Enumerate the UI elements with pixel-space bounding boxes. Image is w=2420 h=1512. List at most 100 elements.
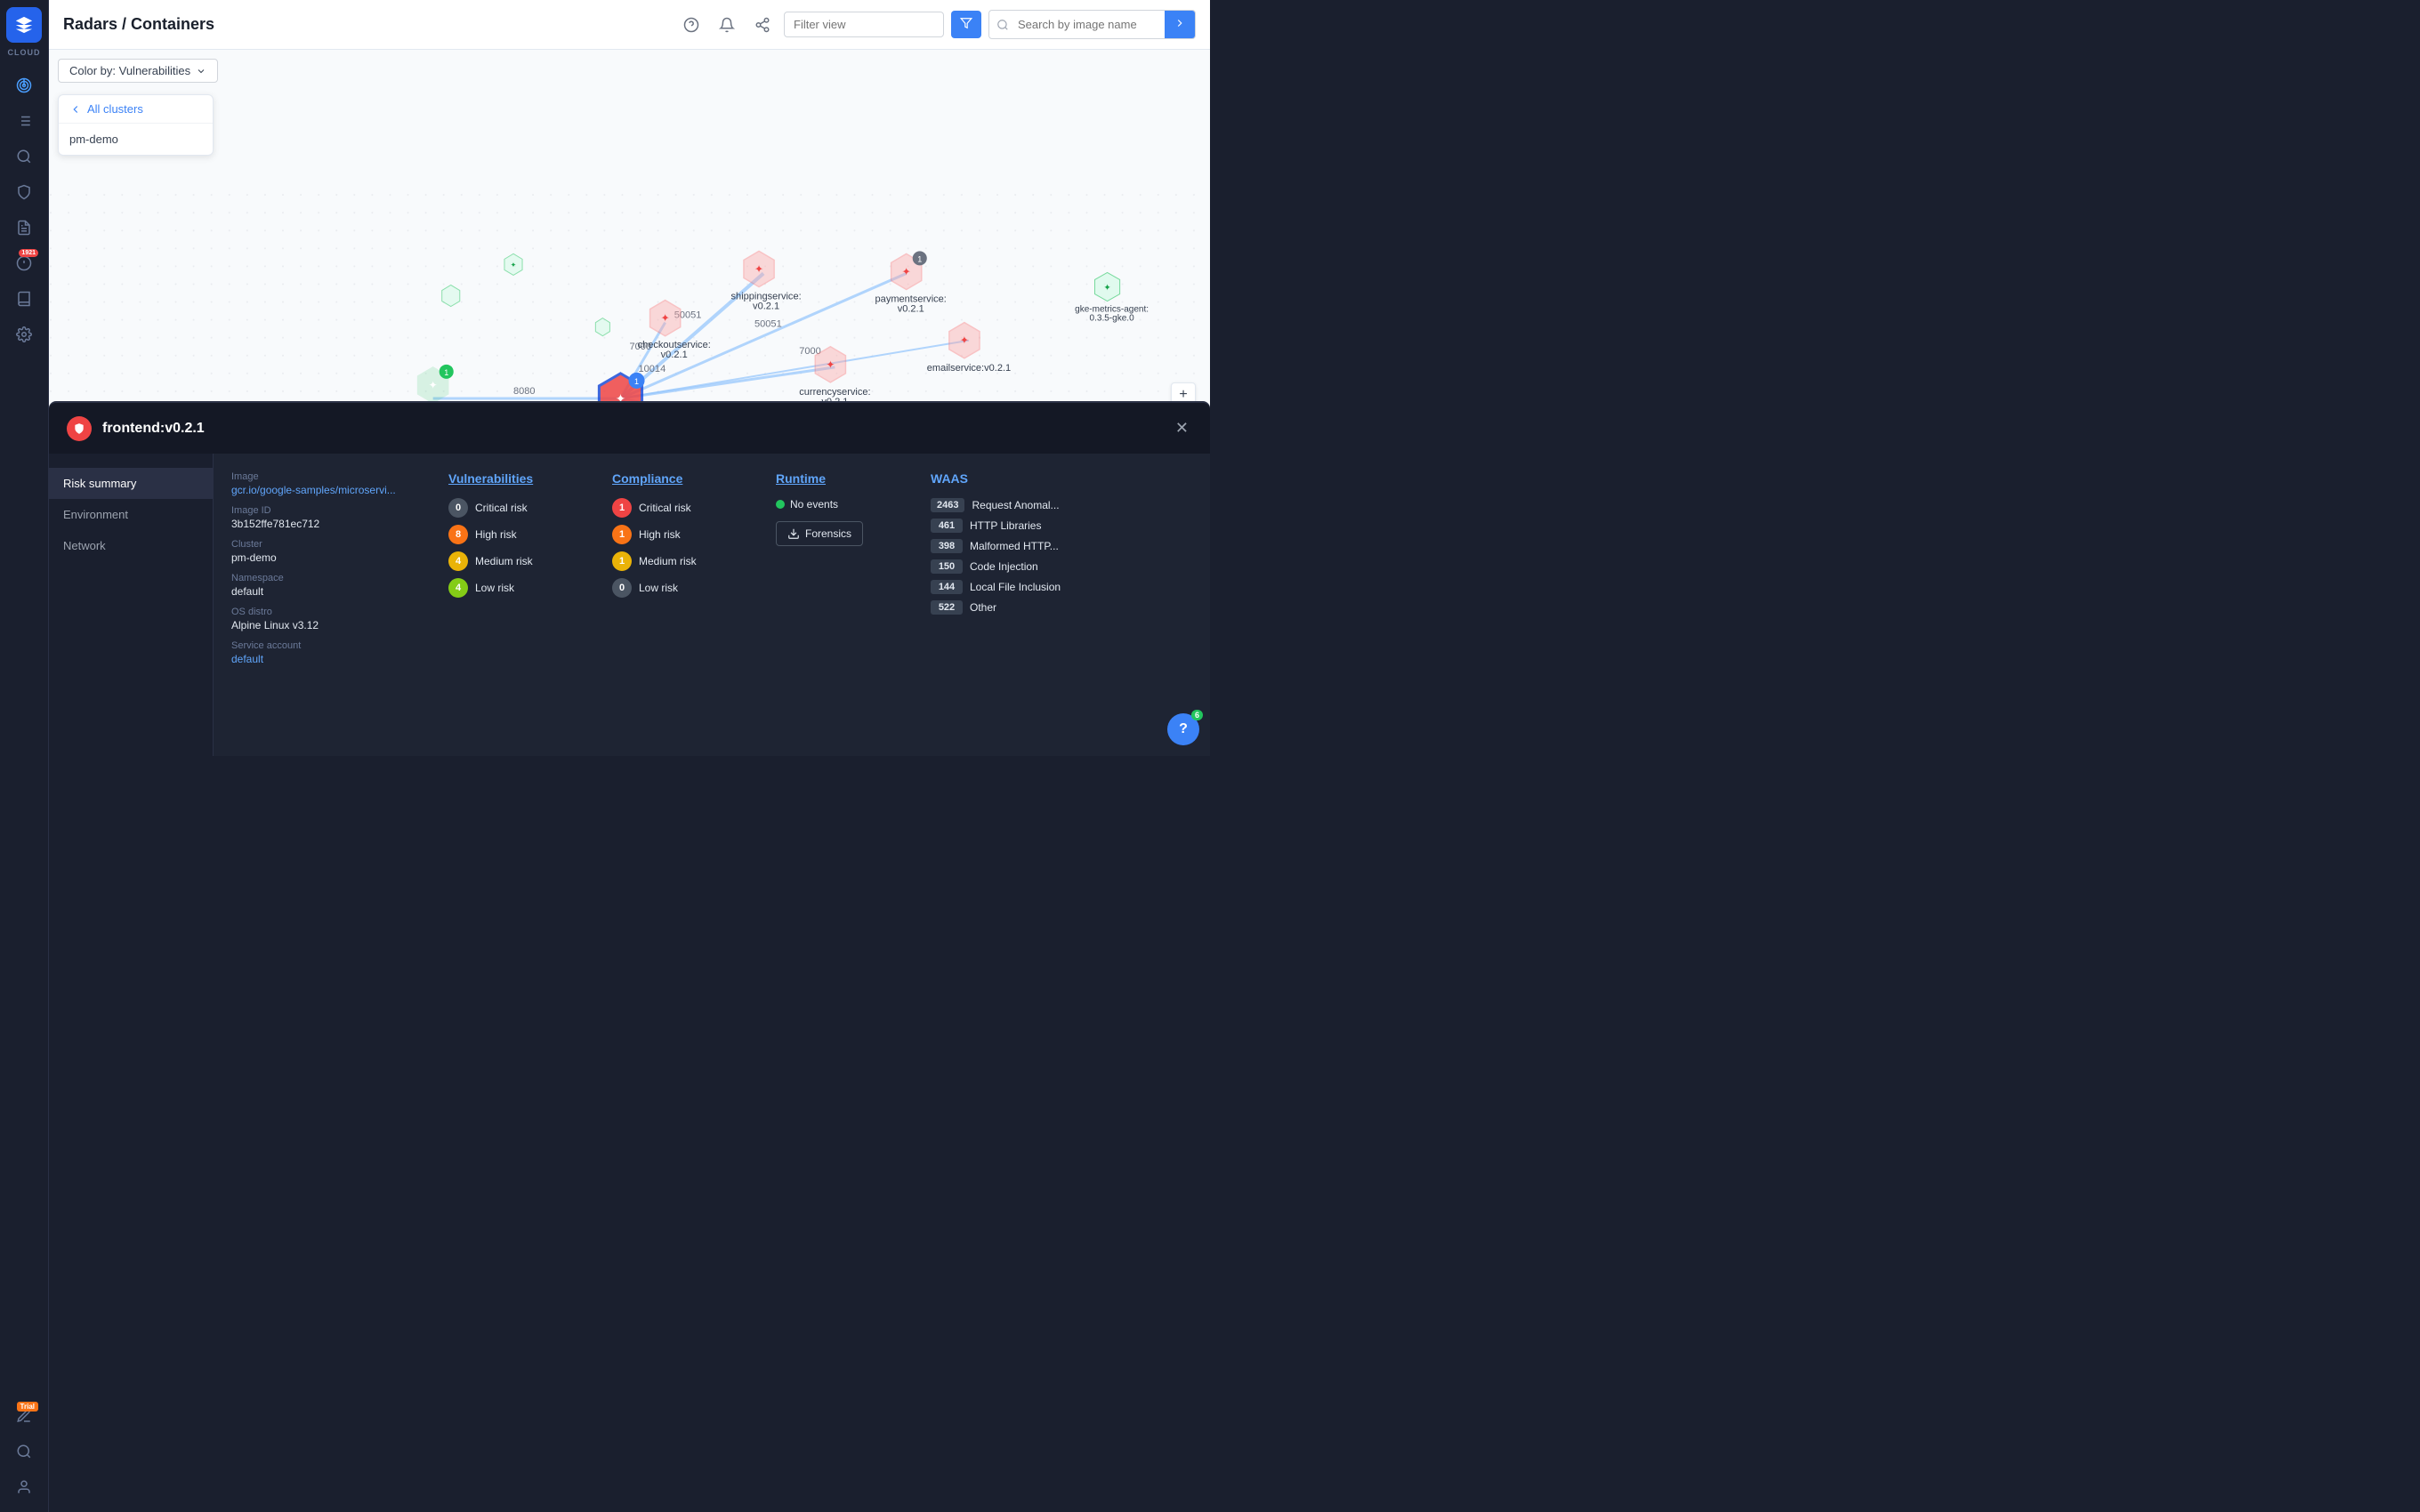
waas-label-5: Other [970, 601, 996, 614]
app-logo[interactable] [6, 7, 42, 43]
sidebar-item-user[interactable] [8, 1471, 40, 1503]
topbar: Radars / Containers [49, 0, 1210, 50]
runtime-no-events-label: No events [790, 498, 838, 511]
waas-badge-4: 144 [931, 580, 963, 594]
vulnerabilities-title[interactable]: Vulnerabilities [448, 471, 591, 486]
vuln-critical-label: Critical risk [475, 502, 528, 514]
waas-label-2: Malformed HTTP... [970, 540, 1059, 552]
svg-text:✦: ✦ [511, 261, 517, 269]
sidebar-item-settings[interactable] [8, 318, 40, 350]
app-label: CLOUD [8, 48, 41, 57]
node-misc-5[interactable] [595, 318, 609, 336]
svg-text:1: 1 [444, 368, 448, 377]
cluster-back-label: All clusters [87, 102, 143, 116]
vuln-low-row: 4 Low risk [448, 578, 591, 598]
comp-critical-badge: 1 [612, 498, 632, 518]
image-id-value: 3b152ffe781ec712 [231, 518, 427, 530]
comp-low-row: 0 Low risk [612, 578, 754, 598]
cluster-back-button[interactable]: All clusters [59, 95, 213, 124]
vuln-low-badge: 4 [448, 578, 468, 598]
alerts-badge: 1921 [19, 249, 38, 257]
comp-medium-row: 1 Medium risk [612, 551, 754, 571]
trial-badge: Trial [17, 1402, 38, 1411]
sidebar-item-alerts[interactable]: 1921 [8, 247, 40, 279]
waas-badge-1: 461 [931, 519, 963, 533]
namespace-label: Namespace [231, 573, 427, 583]
sidebar-item-radar[interactable] [8, 69, 40, 101]
comp-medium-label: Medium risk [639, 555, 697, 567]
vuln-medium-label: Medium risk [475, 555, 533, 567]
filter-button[interactable] [951, 11, 981, 38]
svg-text:✦: ✦ [754, 262, 763, 275]
search-input[interactable] [1009, 12, 1165, 36]
topbar-actions [677, 10, 1196, 39]
page-title: Radars / Containers [63, 15, 666, 34]
waas-title[interactable]: WAAS [931, 471, 1109, 486]
detail-content: Image gcr.io/google-samples/microservi..… [214, 454, 1210, 756]
image-id-label: Image ID [231, 505, 427, 516]
svg-text:v0.2.1: v0.2.1 [753, 302, 779, 312]
comp-high-label: High risk [639, 528, 681, 541]
help-button[interactable]: ? 6 [1167, 713, 1199, 745]
sidebar-item-reports[interactable] [8, 212, 40, 244]
sidebar-item-search[interactable] [8, 141, 40, 173]
compliance-title[interactable]: Compliance [612, 471, 754, 486]
detail-nav-network[interactable]: Network [49, 530, 213, 561]
detail-nav: Risk summary Environment Network [49, 454, 214, 756]
comp-high-row: 1 High risk [612, 525, 754, 544]
namespace-value: default [231, 585, 427, 598]
image-row: Image gcr.io/google-samples/microservi..… [231, 471, 427, 496]
detail-body: Risk summary Environment Network Image g… [49, 454, 1210, 756]
comp-low-label: Low risk [639, 582, 678, 594]
comp-critical-label: Critical risk [639, 502, 691, 514]
svg-text:0.3.5-gke.0: 0.3.5-gke.0 [1090, 314, 1135, 324]
namespace-row: Namespace default [231, 573, 427, 598]
sidebar-item-cloud-search[interactable] [8, 1436, 40, 1468]
sidebar-item-trial[interactable]: Trial [8, 1400, 40, 1432]
color-by-label: Color by: Vulnerabilities [69, 64, 190, 77]
svg-text:50051: 50051 [754, 319, 782, 330]
service-account-row: Service account default [231, 640, 427, 665]
detail-close-button[interactable]: ✕ [1172, 415, 1192, 441]
waas-row-2: 398 Malformed HTTP... [931, 539, 1109, 553]
vuln-medium-badge: 4 [448, 551, 468, 571]
vuln-high-row: 8 High risk [448, 525, 591, 544]
sidebar-item-book[interactable] [8, 283, 40, 315]
svg-text:1: 1 [917, 254, 922, 263]
waas-row-5: 522 Other [931, 600, 1109, 615]
color-by-button[interactable]: Color by: Vulnerabilities [58, 59, 218, 83]
svg-text:✦: ✦ [960, 334, 969, 347]
help-icon-btn[interactable] [677, 11, 706, 39]
cluster-label: Cluster [231, 539, 427, 550]
vuln-high-label: High risk [475, 528, 517, 541]
detail-nav-environment[interactable]: Environment [49, 499, 213, 530]
vuln-critical-badge: 0 [448, 498, 468, 518]
graph-area: Color by: Vulnerabilities All clusters p… [49, 50, 1210, 756]
svg-text:v0.2.1: v0.2.1 [661, 350, 688, 360]
cluster-item-pm-demo[interactable]: pm-demo [59, 124, 213, 155]
filter-view-input[interactable] [784, 12, 944, 37]
main-content: Radars / Containers [49, 0, 1210, 756]
waas-label-1: HTTP Libraries [970, 519, 1041, 532]
runtime-title[interactable]: Runtime [776, 471, 909, 486]
forensics-button[interactable]: Forensics [776, 521, 863, 546]
waas-label-0: Request Anomal... [972, 499, 1059, 511]
service-account-value[interactable]: default [231, 653, 427, 665]
svg-text:10014: 10014 [639, 364, 666, 374]
os-label: OS distro [231, 607, 427, 617]
detail-panel: frontend:v0.2.1 ✕ Risk summary Environme… [49, 401, 1210, 756]
sidebar-item-list[interactable] [8, 105, 40, 137]
bell-icon-btn[interactable] [713, 11, 741, 39]
svg-text:✦: ✦ [902, 265, 911, 277]
vuln-medium-row: 4 Medium risk [448, 551, 591, 571]
vuln-low-label: Low risk [475, 582, 514, 594]
sidebar-item-shield[interactable] [8, 176, 40, 208]
search-submit-button[interactable] [1165, 11, 1195, 38]
share-icon-btn[interactable] [748, 11, 777, 39]
os-value: Alpine Linux v3.12 [231, 619, 427, 631]
sidebar: CLOUD 1921 Trial [0, 0, 49, 1512]
svg-text:✦: ✦ [826, 358, 835, 371]
runtime-section: Runtime No events Forensics [776, 471, 909, 738]
detail-nav-risk-summary[interactable]: Risk summary [49, 468, 213, 499]
image-value[interactable]: gcr.io/google-samples/microservi... [231, 484, 427, 496]
